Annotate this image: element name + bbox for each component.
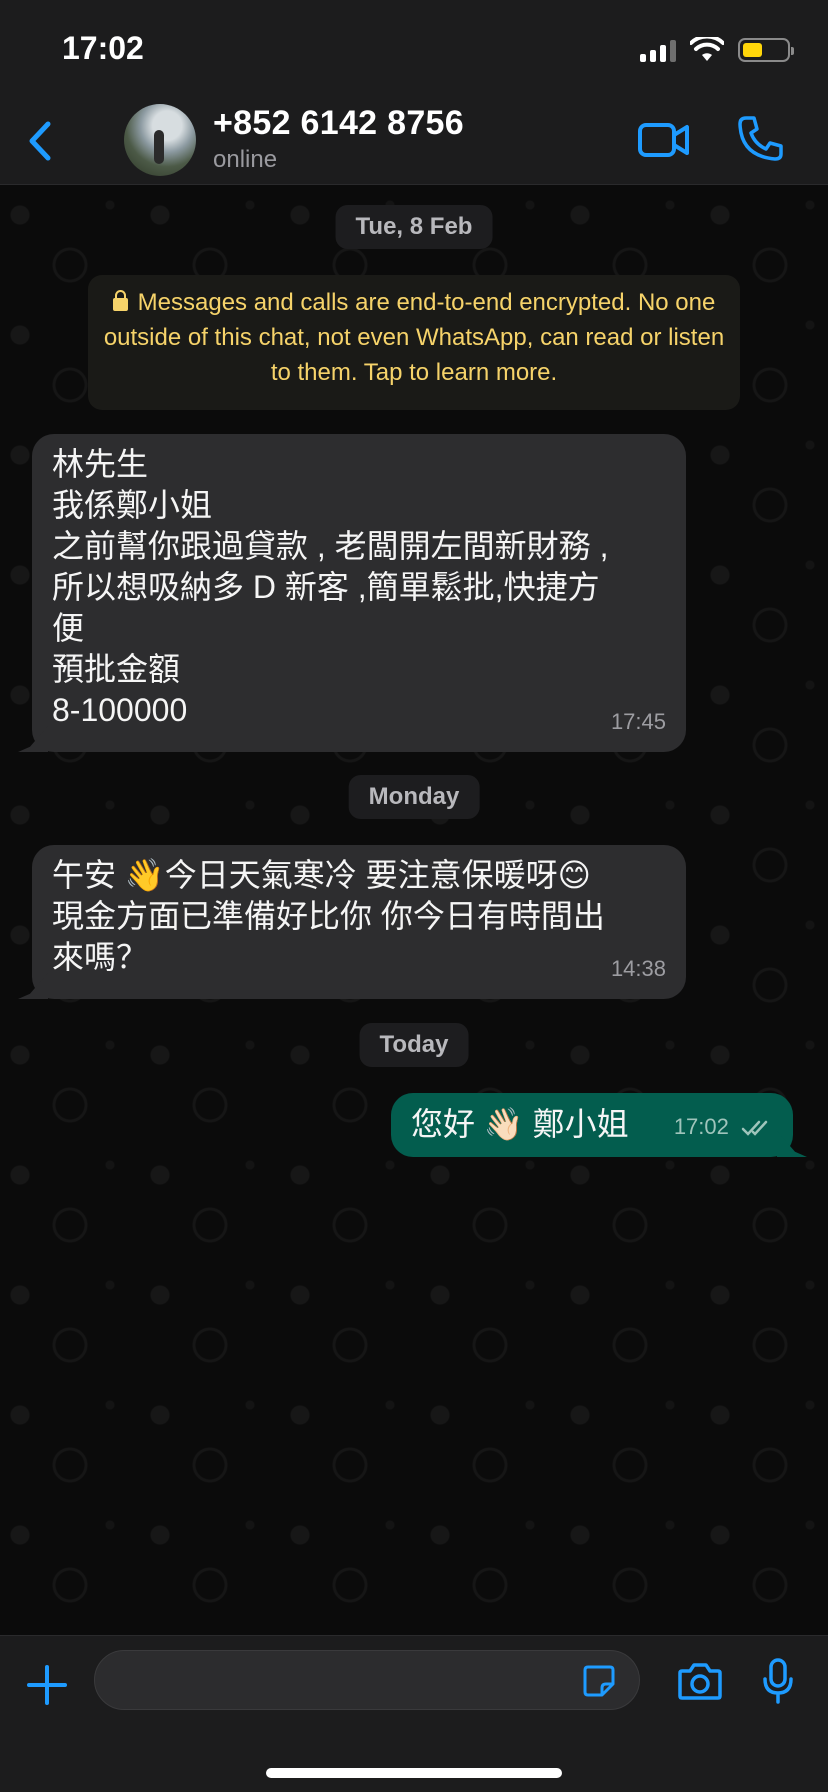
message-text: 午安 👋今日天氣寒冷 要注意保暖呀😊 現金方面已準備好比你 你今日有時間出 來嗎… <box>52 857 605 975</box>
home-indicator <box>266 1768 562 1778</box>
contact-status: online <box>213 146 278 173</box>
status-time: 17:02 <box>62 30 144 66</box>
status-icons <box>640 36 794 64</box>
phone-call-icon[interactable] <box>737 114 783 162</box>
chat-thread[interactable]: Tue, 8 Feb Messages and calls are end-to… <box>0 185 828 1635</box>
message-meta: 17:02 <box>674 1106 773 1147</box>
message-time: 17:02 <box>673 1114 729 1139</box>
message-text: 林先生 我係鄭小姐 之前幫你跟過貸款 , 老闆開左間新財務 , 所以想吸納多 D… <box>52 446 609 728</box>
date-separator: Today <box>359 1023 469 1067</box>
battery-level <box>743 43 762 57</box>
contact-avatar[interactable] <box>124 104 196 176</box>
microphone-icon[interactable] <box>762 1658 794 1704</box>
cellular-signal-icon <box>640 38 676 62</box>
chat-header: 17:02 +852 6142 8756 online <box>0 0 828 185</box>
plus-icon[interactable] <box>26 1664 68 1706</box>
read-receipt-icon <box>741 1120 768 1136</box>
camera-icon[interactable] <box>677 1660 723 1702</box>
composer-bar <box>0 1635 828 1792</box>
message-bubble-incoming[interactable]: 午安 👋今日天氣寒冷 要注意保暖呀😊 現金方面已準備好比你 你今日有時間出 來嗎… <box>32 845 686 999</box>
encryption-notice[interactable]: Messages and calls are end-to-end encryp… <box>88 275 740 410</box>
message-bubble-incoming[interactable]: 林先生 我係鄭小姐 之前幫你跟過貸款 , 老闆開左間新財務 , 所以想吸納多 D… <box>32 434 686 752</box>
message-time: 17:45 <box>610 709 666 734</box>
video-call-icon[interactable] <box>637 120 691 160</box>
encryption-text: Messages and calls are end-to-end encryp… <box>103 289 725 386</box>
battery-icon <box>738 38 794 62</box>
contact-name[interactable]: +852 6142 8756 <box>213 104 464 143</box>
wifi-icon <box>690 37 724 61</box>
message-input[interactable] <box>94 1650 640 1710</box>
message-bubble-outgoing[interactable]: 您好 👋🏻 鄭小姐 17:02 <box>391 1093 793 1157</box>
sticker-icon[interactable] <box>582 1664 616 1698</box>
date-separator: Monday <box>348 775 480 819</box>
message-time: 14:38 <box>610 956 666 981</box>
back-chevron-icon[interactable] <box>22 118 58 164</box>
lock-icon <box>112 290 128 311</box>
date-separator: Tue, 8 Feb <box>335 205 493 249</box>
